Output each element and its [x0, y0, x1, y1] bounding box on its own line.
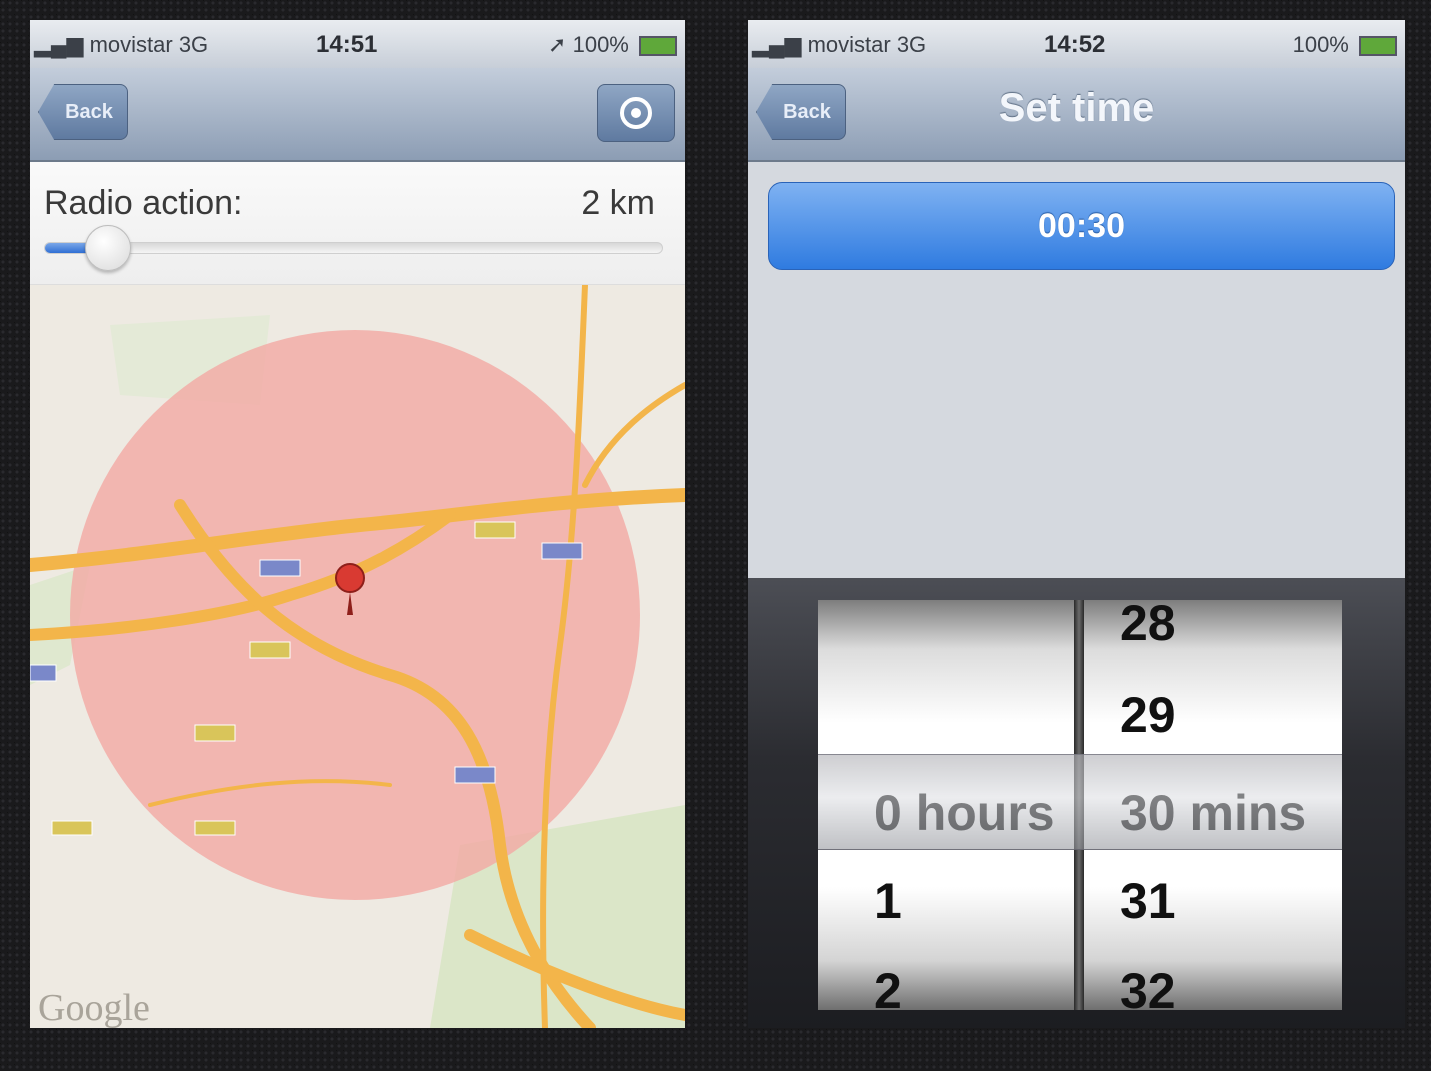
radius-slider-thumb[interactable]	[84, 225, 131, 271]
status-bar: ▂▄▆ movistar 3G 14:51 ➚ 100%	[30, 20, 685, 68]
status-time: 14:52	[1044, 31, 1106, 58]
status-time: 14:51	[316, 31, 378, 58]
navigation-bar: Set time Back	[748, 68, 1405, 162]
radius-label: Radio action:	[44, 184, 243, 222]
carrier-name: movistar	[89, 32, 173, 57]
time-picker: 0 hours 1 2 28 29 30 mins 31 32	[748, 578, 1405, 1028]
back-button[interactable]: Back	[38, 84, 128, 140]
minutes-option-selected[interactable]: 30 mins	[1120, 784, 1306, 842]
radius-value: 2 km	[581, 184, 655, 222]
location-arrow-icon: ➚	[548, 32, 567, 57]
hours-wheel[interactable]: 0 hours 1 2	[818, 600, 1074, 1010]
locate-icon	[620, 97, 652, 129]
hours-option[interactable]: 2	[874, 962, 902, 1010]
right-screen: ▂▄▆ movistar 3G 14:52 100% Set time Back…	[748, 20, 1405, 1028]
minutes-option[interactable]: 28	[1120, 600, 1176, 652]
map-canvas[interactable]: Google	[30, 285, 685, 1028]
battery-icon	[1359, 36, 1397, 57]
page-title: Set time	[998, 86, 1155, 130]
wheel-divider	[1074, 600, 1084, 1010]
battery-info: 100%	[1293, 32, 1397, 58]
network-type: 3G	[178, 32, 209, 57]
minutes-option[interactable]: 31	[1120, 872, 1176, 930]
status-bar: ▂▄▆ movistar 3G 14:52 100%	[748, 20, 1405, 68]
battery-percent: 100%	[1292, 32, 1349, 57]
radius-panel: Radio action: 2 km	[30, 162, 685, 285]
minutes-option[interactable]: 29	[1120, 686, 1176, 744]
locate-button[interactable]	[597, 84, 675, 142]
left-screen: ▂▄▆ movistar 3G 14:51 ➚ 100% Back Radio …	[30, 20, 685, 1028]
radius-slider[interactable]	[44, 225, 663, 271]
carrier-info: ▂▄▆ movistar 3G	[752, 32, 926, 58]
radius-circle	[70, 330, 640, 900]
hours-option-selected[interactable]: 0 hours	[874, 784, 1055, 842]
minutes-wheel[interactable]: 28 29 30 mins 31 32	[1084, 600, 1342, 1010]
google-logo: Google	[38, 987, 150, 1028]
navigation-bar: Back	[30, 68, 685, 162]
battery-icon	[639, 36, 677, 57]
hours-option[interactable]: 1	[874, 872, 902, 930]
carrier-info: ▂▄▆ movistar 3G	[34, 32, 208, 58]
signal-icon: ▂▄▆	[752, 32, 802, 57]
carrier-name: movistar	[807, 32, 891, 57]
minutes-option[interactable]: 32	[1120, 962, 1176, 1010]
map-view[interactable]: Google	[30, 285, 685, 1028]
battery-percent: 100%	[572, 32, 629, 57]
back-button[interactable]: Back	[756, 84, 846, 140]
signal-icon: ▂▄▆	[34, 32, 84, 57]
network-type: 3G	[896, 32, 927, 57]
time-value-button[interactable]: 00:30	[768, 182, 1395, 270]
battery-info: ➚ 100%	[548, 32, 677, 58]
